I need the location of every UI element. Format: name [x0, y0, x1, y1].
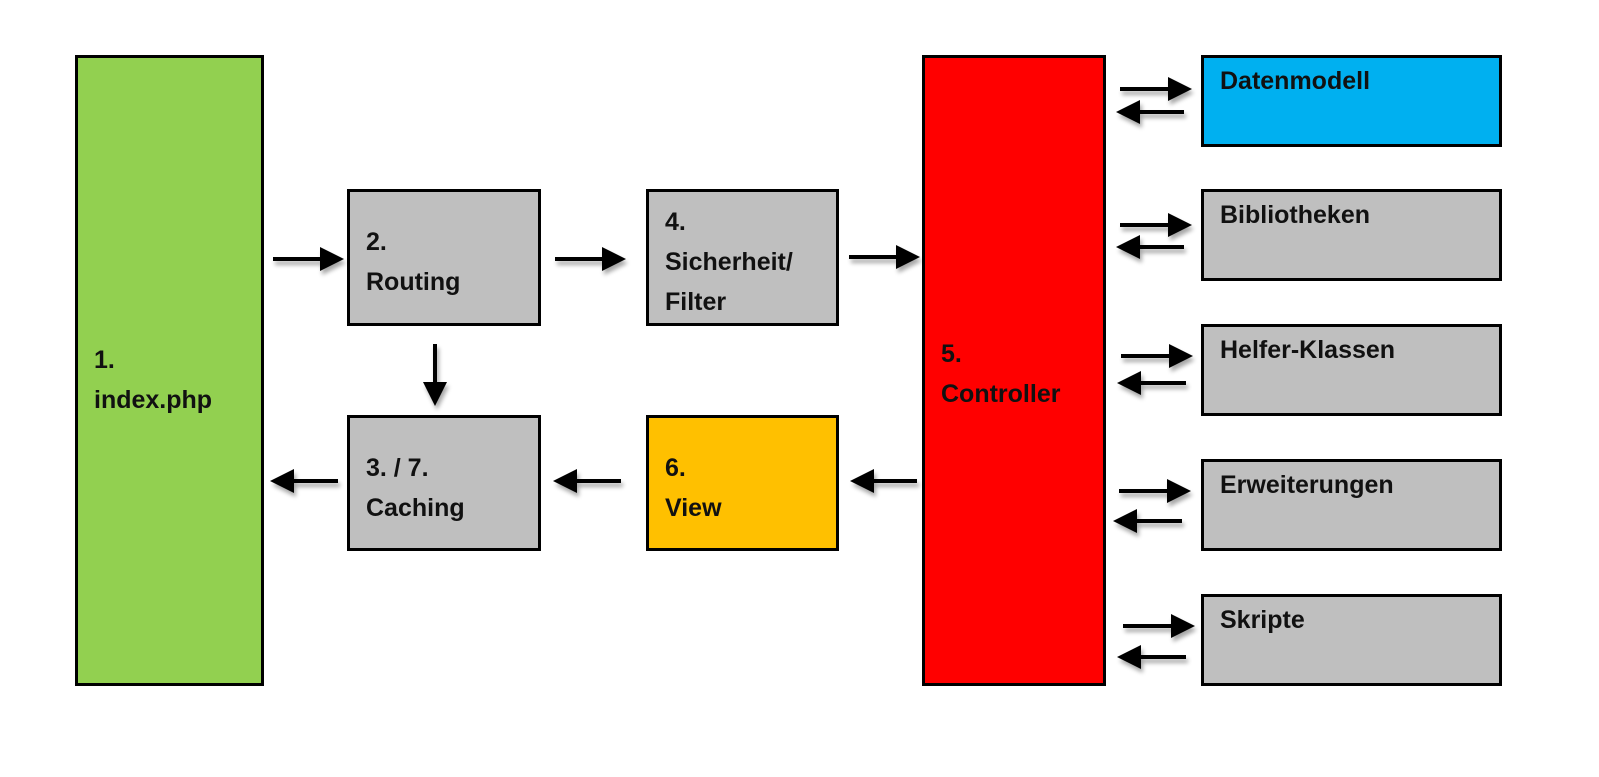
arrows-layer: [270, 77, 1195, 669]
